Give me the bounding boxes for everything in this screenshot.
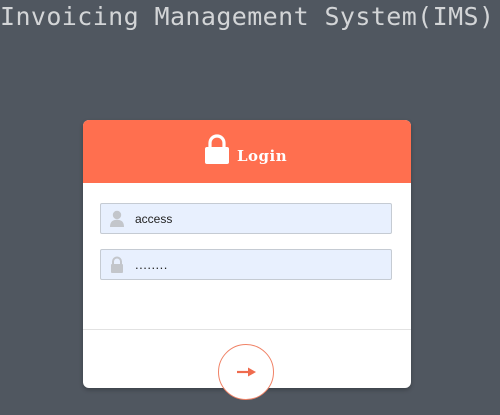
password-input[interactable] bbox=[135, 250, 385, 279]
login-title: Login bbox=[237, 147, 288, 165]
password-field[interactable] bbox=[100, 249, 392, 280]
card-divider bbox=[83, 329, 411, 330]
app-title: Invoicing Management System(IMS) bbox=[0, 2, 495, 31]
login-card-header: Login bbox=[83, 120, 411, 183]
username-field[interactable] bbox=[100, 203, 392, 234]
login-card: Login bbox=[83, 120, 411, 400]
login-submit-button[interactable] bbox=[218, 344, 274, 400]
lock-icon bbox=[205, 134, 229, 164]
lock-icon bbox=[111, 256, 123, 273]
user-icon bbox=[110, 210, 124, 227]
arrow-right-icon bbox=[237, 367, 256, 377]
username-input[interactable] bbox=[135, 204, 385, 233]
